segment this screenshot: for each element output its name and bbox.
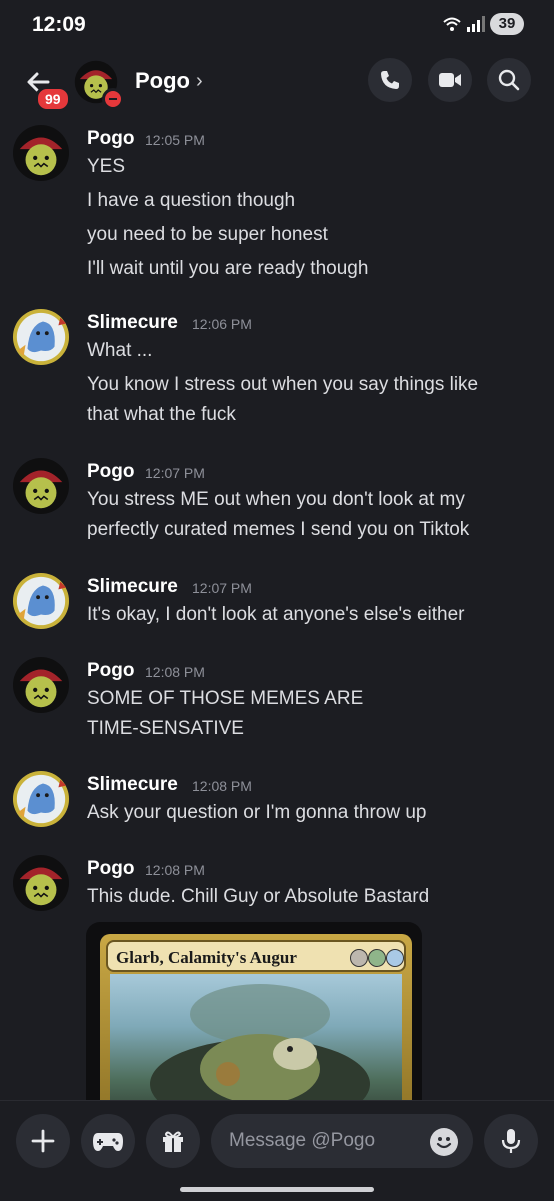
card-name: Glarb, Calamity's Augur xyxy=(116,948,297,967)
frog-illustration xyxy=(150,984,370,1100)
slimecure-avatar[interactable] xyxy=(12,770,70,828)
emoji-icon[interactable] xyxy=(430,1128,458,1156)
message-timestamp: 12:08 PM xyxy=(145,664,205,680)
slimecure-avatar[interactable] xyxy=(12,572,70,630)
search-icon xyxy=(498,69,520,91)
card-title-bar: Glarb, Calamity's Augur xyxy=(106,940,406,972)
message-text: you need to be super honest xyxy=(87,224,328,245)
pogo-avatar[interactable] xyxy=(12,124,70,182)
message-text: I'll wait until you are ready though xyxy=(87,258,369,279)
message-author[interactable]: Slimecure xyxy=(87,576,178,598)
status-time: 12:09 xyxy=(32,13,86,36)
composer-bar xyxy=(0,1100,554,1201)
message-text: YES xyxy=(87,156,126,177)
message-timestamp: 12:05 PM xyxy=(145,132,205,148)
message-timestamp: 12:08 PM xyxy=(145,862,205,878)
video-camera-icon xyxy=(439,73,461,87)
gift-icon xyxy=(163,1131,183,1152)
header-username[interactable]: Pogo xyxy=(135,68,190,94)
phone-icon xyxy=(381,71,399,89)
message-author[interactable]: Pogo xyxy=(87,128,135,150)
plus-icon xyxy=(31,1129,55,1153)
gift-button[interactable] xyxy=(146,1114,200,1168)
message-text: You stress ME out when you don't look at… xyxy=(87,489,465,510)
signal-icon xyxy=(467,16,485,32)
unread-badge: 99 xyxy=(35,86,71,112)
message-text: You know I stress out when you say thing… xyxy=(87,374,479,395)
message-text: I have a question though xyxy=(87,190,296,211)
video-call-button[interactable] xyxy=(428,58,472,102)
chevron-right-icon[interactable]: › xyxy=(196,70,203,93)
message-timestamp: 12:07 PM xyxy=(192,580,252,596)
battery-indicator: 39 xyxy=(490,13,524,35)
message-text: SOME OF THOSE MEMES ARE xyxy=(87,688,364,709)
slimecure-avatar[interactable] xyxy=(12,308,70,366)
pogo-avatar[interactable] xyxy=(12,656,70,714)
blue-mana-icon xyxy=(386,949,404,967)
message-text: perfectly curated memes I send you on Ti… xyxy=(87,519,470,540)
card-artwork xyxy=(110,974,402,1100)
image-attachment[interactable]: Glarb, Calamity's Augur xyxy=(86,922,422,1100)
message-text: that what the fuck xyxy=(87,404,236,425)
message-author[interactable]: Slimecure xyxy=(87,774,178,796)
status-bar: 12:09 39 xyxy=(0,0,554,50)
activities-button[interactable] xyxy=(81,1114,135,1168)
message-timestamp: 12:07 PM xyxy=(145,465,205,481)
voice-call-button[interactable] xyxy=(368,58,412,102)
message-author[interactable]: Pogo xyxy=(87,858,135,880)
gamepad-icon xyxy=(93,1133,123,1151)
add-attachment-button[interactable] xyxy=(16,1114,70,1168)
pogo-avatar[interactable] xyxy=(12,854,70,912)
pogo-avatar[interactable] xyxy=(12,457,70,515)
message-text: This dude. Chill Guy or Absolute Bastard xyxy=(87,886,430,907)
voice-message-button[interactable] xyxy=(484,1114,538,1168)
wifi-icon xyxy=(443,17,461,31)
dnd-status-icon xyxy=(102,88,124,110)
message-text: Ask your question or I'm gonna throw up xyxy=(87,802,427,823)
home-indicator[interactable] xyxy=(180,1187,374,1192)
card-image: Glarb, Calamity's Augur xyxy=(100,934,412,1100)
message-author[interactable]: Pogo xyxy=(87,660,135,682)
message-timestamp: 12:06 PM xyxy=(192,316,252,332)
message-author[interactable]: Slimecure xyxy=(87,312,178,334)
green-mana-icon xyxy=(368,949,386,967)
chat-header: 99 Pogo › xyxy=(0,50,554,112)
search-button[interactable] xyxy=(487,58,531,102)
microphone-icon xyxy=(501,1129,521,1153)
message-list[interactable]: Pogo 12:05 PM YES I have a question thou… xyxy=(0,110,554,1100)
message-text: What ... xyxy=(87,340,153,361)
message-text: TIME-SENSATIVE xyxy=(87,718,244,739)
message-text: It's okay, I don't look at anyone's else… xyxy=(87,604,465,625)
message-author[interactable]: Pogo xyxy=(87,461,135,483)
message-timestamp: 12:08 PM xyxy=(192,778,252,794)
black-mana-icon xyxy=(350,949,368,967)
